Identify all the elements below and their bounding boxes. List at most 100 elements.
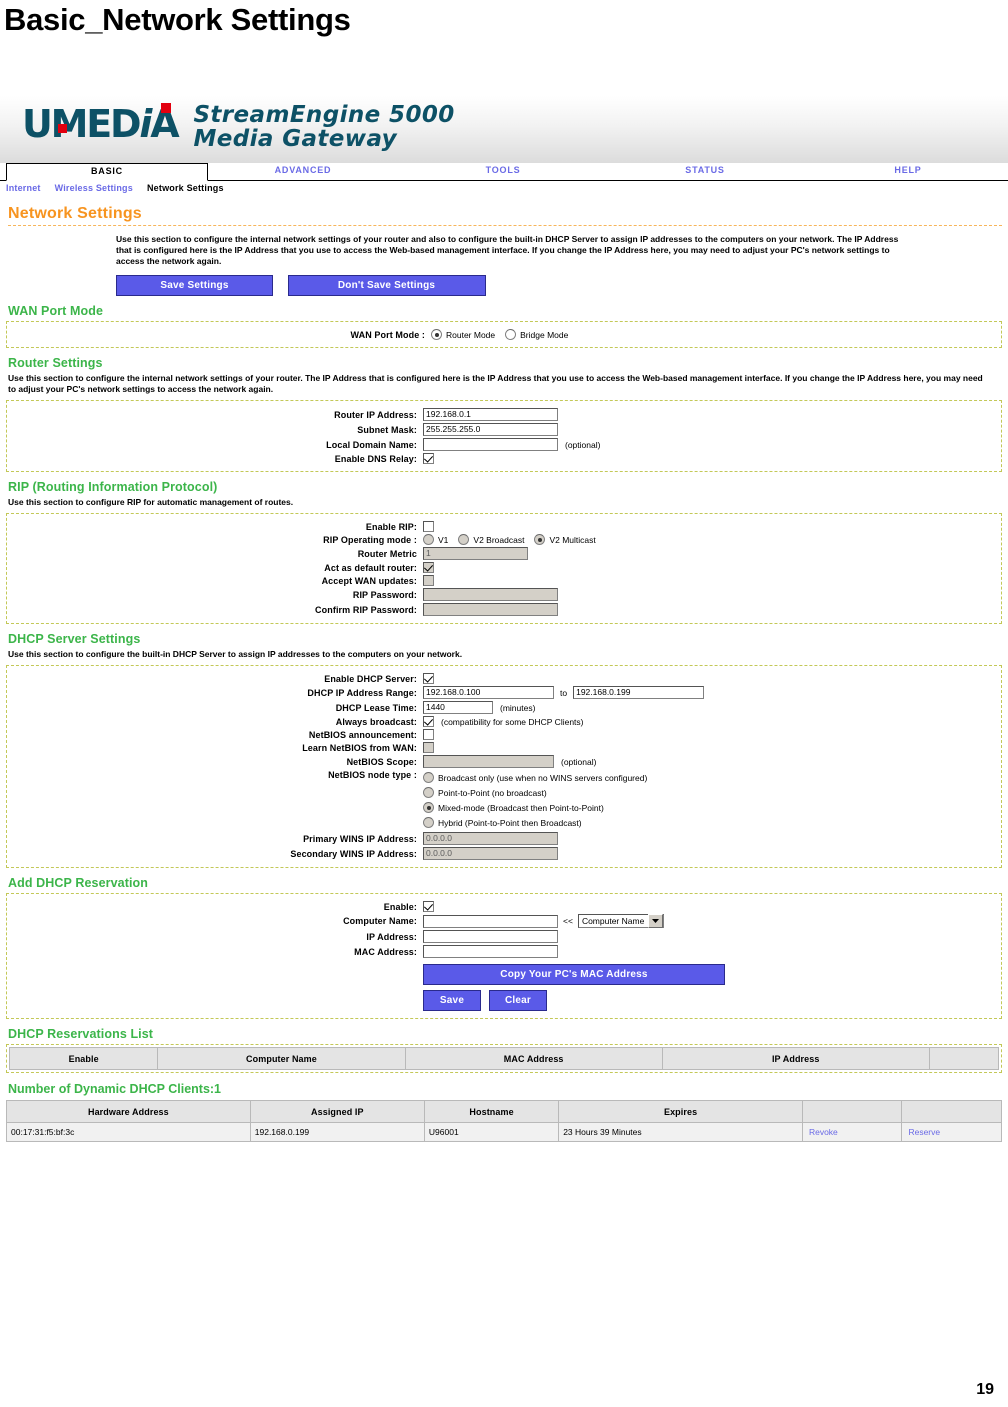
subnav-item-network-settings[interactable]: Network Settings bbox=[147, 183, 224, 193]
router-metric-label: Router Metric bbox=[357, 548, 417, 559]
radio-node-hybrid-label: Hybrid (Point-to-Point then Broadcast) bbox=[438, 817, 582, 828]
enable-dns-relay-label: Enable DNS Relay: bbox=[334, 453, 417, 464]
col-header-assigned-ip: Assigned IP bbox=[249, 1100, 425, 1123]
dhcp-range-start-input[interactable] bbox=[423, 686, 554, 699]
subnav-item-wireless-settings[interactable]: Wireless Settings bbox=[55, 183, 133, 193]
tab-tools[interactable]: TOOLS bbox=[410, 163, 596, 179]
radio-node-hybrid[interactable] bbox=[423, 817, 434, 828]
router-settings-description: Use this section to configure the intern… bbox=[8, 373, 983, 394]
act-as-default-router-label: Act as default router: bbox=[324, 562, 417, 573]
dhcp-lease-time-input[interactable] bbox=[423, 701, 493, 714]
radio-rip-v1-label: V1 bbox=[438, 534, 449, 545]
reservation-computer-name-select[interactable]: Computer Name bbox=[577, 914, 665, 928]
dhcp-range-to-label: to bbox=[560, 687, 568, 698]
secondary-wins-ip-input[interactable] bbox=[423, 847, 558, 860]
subnet-mask-input[interactable] bbox=[423, 423, 558, 436]
section-title-add-dhcp-reservation: Add DHCP Reservation bbox=[8, 876, 148, 890]
router-ip-input[interactable] bbox=[423, 408, 558, 421]
router-metric-input[interactable] bbox=[423, 547, 528, 560]
copy-pc-mac-address-button[interactable]: Copy Your PC's MAC Address bbox=[423, 964, 725, 985]
dhcp-server-panel: Enable DHCP Server: DHCP IP Address Rang… bbox=[6, 665, 1002, 868]
col-header-hardware-address: Hardware Address bbox=[6, 1100, 251, 1123]
tab-status[interactable]: STATUS bbox=[612, 163, 798, 179]
dhcp-reservations-list-panel: Enable Computer Name MAC Address IP Addr… bbox=[6, 1044, 1002, 1073]
accept-wan-updates-label: Accept WAN updates: bbox=[321, 575, 417, 586]
dhcp-ip-range-label: DHCP IP Address Range: bbox=[307, 687, 417, 698]
dhcp-lease-time-label: DHCP Lease Time: bbox=[335, 702, 417, 713]
radio-node-mixed-mode[interactable] bbox=[423, 802, 434, 813]
cell-hostname: U96001 bbox=[423, 1122, 560, 1142]
radio-bridge-mode[interactable] bbox=[505, 329, 517, 340]
rip-operating-mode-label: RIP Operating mode : bbox=[323, 534, 417, 545]
confirm-rip-password-input[interactable] bbox=[423, 603, 558, 616]
brand-logo: UMEDiA StreamEngine 5000 Media Gateway bbox=[22, 102, 455, 151]
reservation-ip-input[interactable] bbox=[423, 930, 558, 943]
table-header-row: Hardware Address Assigned IP Hostname Ex… bbox=[6, 1100, 1002, 1123]
reservation-enable-checkbox[interactable] bbox=[423, 901, 434, 912]
local-domain-name-hint: (optional) bbox=[565, 439, 601, 450]
subnav-item-internet[interactable]: Internet bbox=[6, 183, 41, 193]
accept-wan-updates-checkbox[interactable] bbox=[423, 575, 434, 586]
always-broadcast-checkbox[interactable] bbox=[423, 716, 434, 727]
netbios-announcement-checkbox[interactable] bbox=[423, 729, 434, 740]
radio-rip-v2-multicast[interactable] bbox=[534, 534, 546, 545]
radio-node-mixed-mode-label: Mixed-mode (Broadcast then Point-to-Poin… bbox=[438, 802, 604, 813]
router-ip-label: Router IP Address: bbox=[334, 409, 417, 420]
subnet-mask-label: Subnet Mask: bbox=[357, 424, 417, 435]
reservation-save-button[interactable]: Save bbox=[423, 990, 481, 1011]
rip-password-input[interactable] bbox=[423, 588, 558, 601]
enable-dhcp-server-checkbox[interactable] bbox=[423, 673, 434, 684]
tab-basic[interactable]: BASIC bbox=[6, 163, 208, 181]
netbios-scope-hint: (optional) bbox=[561, 756, 597, 767]
dont-save-settings-button[interactable]: Don't Save Settings bbox=[287, 275, 486, 296]
radio-rip-v2-broadcast-label: V2 Broadcast bbox=[473, 534, 525, 545]
product-line-2: Media Gateway bbox=[193, 126, 398, 152]
reservation-clear-button[interactable]: Clear bbox=[489, 990, 547, 1011]
col-header-mac-address: MAC Address bbox=[404, 1047, 663, 1070]
act-as-default-router-checkbox[interactable] bbox=[423, 562, 434, 573]
table-header-row: Enable Computer Name MAC Address IP Addr… bbox=[8, 1047, 1000, 1070]
dhcp-reservations-table: Enable Computer Name MAC Address IP Addr… bbox=[8, 1047, 1000, 1070]
reservation-computer-name-input[interactable] bbox=[423, 914, 558, 928]
col-header-reserve bbox=[901, 1100, 1002, 1123]
umedia-logo-icon: UMEDiA bbox=[22, 102, 180, 146]
enable-dns-relay-checkbox[interactable] bbox=[423, 453, 434, 464]
radio-node-broadcast-only[interactable] bbox=[423, 772, 434, 783]
reserve-link[interactable]: Reserve bbox=[901, 1122, 1002, 1142]
reservation-ip-label: IP Address: bbox=[366, 931, 417, 942]
radio-node-point-to-point[interactable] bbox=[423, 787, 434, 798]
cell-hardware-address: 00:17:31:f5:bf:3c bbox=[6, 1122, 251, 1142]
dhcp-range-end-input[interactable] bbox=[573, 686, 705, 699]
revoke-link[interactable]: Revoke bbox=[801, 1122, 903, 1142]
enable-rip-label: Enable RIP: bbox=[365, 521, 417, 532]
ui-header: UMEDiA StreamEngine 5000 Media Gateway bbox=[0, 96, 1008, 163]
cell-assigned-ip: 192.168.0.199 bbox=[249, 1122, 425, 1142]
enable-rip-checkbox[interactable] bbox=[423, 521, 434, 532]
col-header-expires: Expires bbox=[558, 1100, 803, 1123]
col-header-enable: Enable bbox=[8, 1047, 159, 1070]
netbios-scope-input[interactable] bbox=[423, 755, 554, 768]
learn-netbios-from-wan-checkbox[interactable] bbox=[423, 742, 434, 753]
tab-advanced[interactable]: ADVANCED bbox=[210, 163, 396, 179]
local-domain-name-input[interactable] bbox=[423, 438, 558, 451]
page-title: Basic_Network Settings bbox=[4, 2, 351, 37]
rip-description: Use this section to configure RIP for au… bbox=[8, 497, 294, 507]
dhcp-server-description: Use this section to configure the built-… bbox=[8, 649, 463, 659]
netbios-announcement-label: NetBIOS announcement: bbox=[308, 729, 417, 740]
save-settings-button[interactable]: Save Settings bbox=[116, 275, 273, 296]
primary-wins-ip-input[interactable] bbox=[423, 832, 558, 845]
wan-port-mode-panel: WAN Port Mode : Router Mode Bridge Mode bbox=[6, 321, 1002, 348]
col-header-hostname: Hostname bbox=[423, 1100, 560, 1123]
tab-help[interactable]: HELP bbox=[815, 163, 1001, 179]
confirm-rip-password-label: Confirm RIP Password: bbox=[315, 604, 417, 615]
radio-node-broadcast-only-label: Broadcast only (use when no WINS servers… bbox=[438, 772, 648, 783]
radio-rip-v1[interactable] bbox=[423, 534, 434, 545]
radio-router-mode[interactable] bbox=[431, 329, 442, 340]
reservation-mac-input[interactable] bbox=[423, 945, 558, 958]
logo-red-dot-low-icon bbox=[58, 124, 67, 133]
slide-page-number: 19 bbox=[976, 1381, 994, 1398]
col-header-revoke bbox=[801, 1100, 903, 1123]
logo-red-dot-high-icon bbox=[161, 103, 171, 113]
always-broadcast-hint: (compatibility for some DHCP Clients) bbox=[441, 716, 584, 727]
radio-rip-v2-broadcast[interactable] bbox=[458, 534, 470, 545]
